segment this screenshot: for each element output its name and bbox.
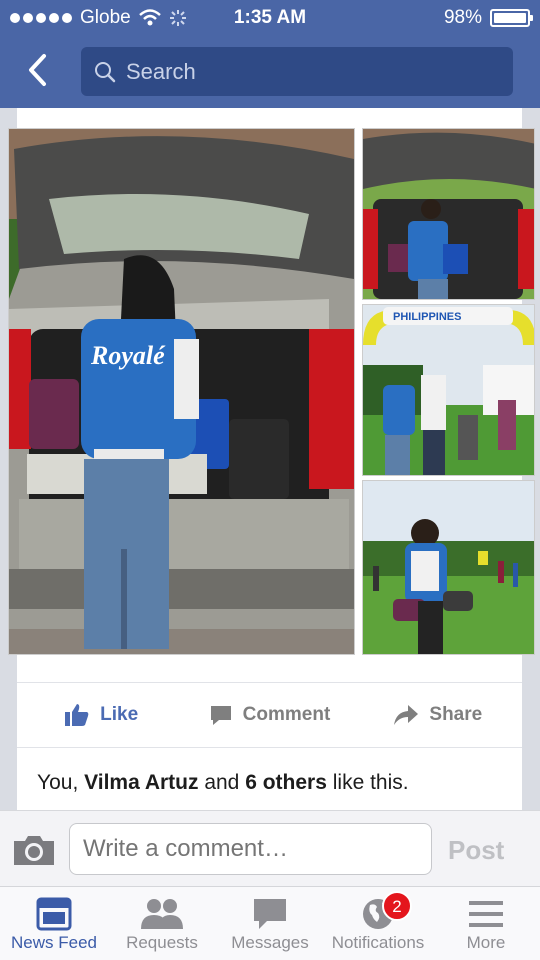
news-feed-icon — [36, 897, 72, 931]
comment-button[interactable]: Comment — [185, 704, 353, 726]
top-bar: Globe 1:35 AM 98% — [0, 0, 540, 108]
photo-top-right[interactable] — [362, 128, 535, 300]
tab-label: More — [466, 933, 506, 952]
messages-icon — [254, 899, 286, 929]
post-comment-button[interactable]: Post — [448, 835, 504, 866]
tab-label: News Feed — [11, 933, 97, 952]
notification-count-badge: 2 — [382, 891, 412, 921]
camera-button[interactable] — [12, 833, 56, 872]
tab-news-feed[interactable]: News Feed — [0, 887, 108, 960]
share-arrow-icon — [394, 705, 419, 725]
chevron-left-icon — [29, 54, 46, 86]
liker-name-link[interactable]: Vilma Artuz — [84, 771, 198, 794]
photo-collage: Royalé PHILIPPINES — [8, 128, 535, 656]
others-link[interactable]: 6 others — [245, 771, 327, 794]
thumbs-up-icon — [65, 704, 89, 726]
photo-main[interactable]: Royalé — [8, 128, 355, 655]
search-bar[interactable] — [81, 47, 513, 96]
comment-label: Comment — [242, 704, 331, 725]
like-button[interactable]: Like — [17, 703, 185, 727]
tab-bar: News Feed Requests Messages 2 Notificati… — [0, 886, 540, 960]
tab-label: Notifications — [331, 933, 425, 952]
photo-middle-right[interactable]: PHILIPPINES — [362, 304, 535, 476]
back-button[interactable] — [20, 50, 54, 90]
banner-text: PHILIPPINES — [393, 311, 461, 323]
search-input[interactable] — [126, 58, 506, 85]
tab-requests[interactable]: Requests — [108, 887, 216, 960]
tab-more[interactable]: More — [432, 887, 540, 960]
share-label: Share — [429, 704, 483, 725]
comment-bubble-icon — [210, 706, 231, 725]
battery-percent: 98% — [443, 7, 482, 28]
battery-icon — [490, 9, 533, 27]
likes-prefix: You, — [37, 771, 85, 794]
tab-notifications[interactable]: 2 Notifications — [324, 887, 432, 960]
likes-suffix: like this. — [326, 771, 409, 794]
post-actions: Like Comment Share — [17, 682, 522, 748]
likes-middle: and — [198, 771, 246, 794]
search-icon — [95, 61, 116, 82]
friend-requests-icon — [141, 899, 183, 929]
menu-icon — [469, 901, 503, 927]
tab-label: Messages — [231, 933, 309, 952]
photo-bottom-right[interactable] — [362, 480, 535, 655]
share-button[interactable]: Share — [354, 704, 522, 726]
tab-messages[interactable]: Messages — [216, 887, 324, 960]
status-bar: Globe 1:35 AM 98% — [0, 0, 540, 36]
jacket-print: Royalé — [90, 341, 166, 370]
comment-composer: Post — [0, 810, 540, 886]
tab-label: Requests — [126, 933, 198, 952]
like-label: Like — [100, 704, 139, 725]
comment-input[interactable] — [69, 823, 432, 875]
camera-icon — [14, 836, 54, 865]
likes-summary: You, Vilma Artuz and 6 others like this. — [17, 749, 522, 810]
